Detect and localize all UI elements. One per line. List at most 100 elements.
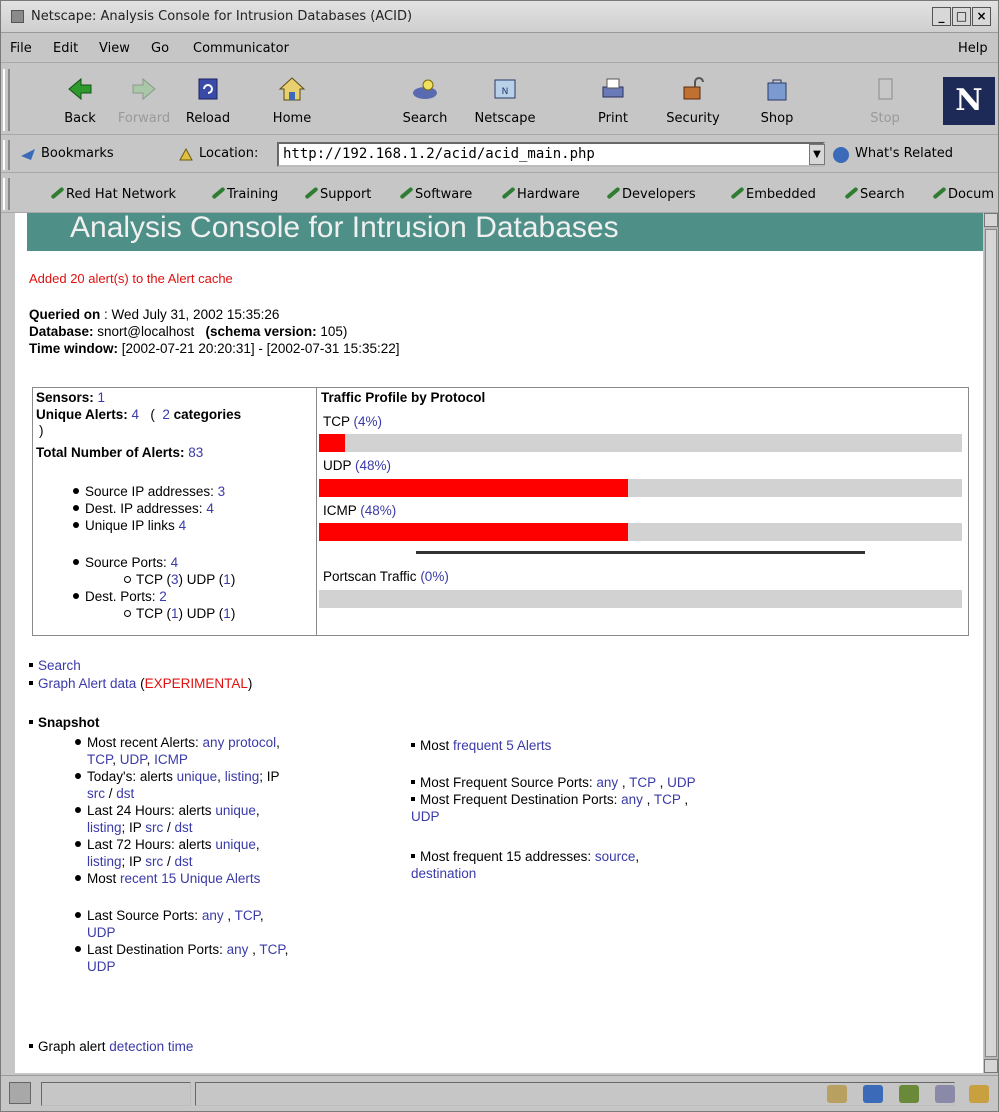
graph-alert-link[interactable]: Graph Alert data xyxy=(38,676,136,691)
menu-edit[interactable]: Edit xyxy=(53,41,78,56)
close-icon[interactable]: × xyxy=(972,7,991,26)
bookmark-embedded[interactable]: Embedded xyxy=(729,186,816,202)
last24-unique-link[interactable]: unique xyxy=(215,803,256,818)
menu-communicator[interactable]: Communicator xyxy=(193,41,289,56)
stop-button[interactable]: Stop xyxy=(853,71,917,131)
last-src-tcp-link[interactable]: TCP xyxy=(235,908,260,923)
security-button[interactable]: Security xyxy=(661,71,725,131)
bookmark-documentation[interactable]: Docum xyxy=(931,186,994,202)
udp-link[interactable]: UDP xyxy=(120,752,147,767)
detection-time-link[interactable]: detection time xyxy=(109,1039,193,1054)
scroll-up-icon[interactable] xyxy=(984,213,998,227)
last24-listing-link[interactable]: listing xyxy=(87,820,122,835)
menu-go[interactable]: Go xyxy=(151,41,169,56)
aim-component-icon[interactable] xyxy=(935,1085,955,1103)
last24-dst-link[interactable]: dst xyxy=(175,820,193,835)
udp-pct-link[interactable]: (48%) xyxy=(355,458,391,473)
whats-related-button[interactable]: What's Related xyxy=(855,146,953,161)
navigator-component-icon[interactable] xyxy=(827,1085,847,1103)
last24-src-link[interactable]: src xyxy=(145,820,163,835)
search-button[interactable]: Search xyxy=(393,71,457,131)
url-input[interactable]: http://192.168.1.2/acid/acid_main.php xyxy=(277,142,825,167)
portscan-pct-link[interactable]: (0%) xyxy=(420,569,449,584)
home-button[interactable]: Home xyxy=(260,71,324,131)
netscape-button[interactable]: N Netscape xyxy=(473,71,537,131)
bookmark-software[interactable]: Software xyxy=(398,186,472,202)
editor-component-icon[interactable] xyxy=(969,1085,989,1103)
bookmark-support[interactable]: Support xyxy=(303,186,371,202)
reload-button[interactable]: Reload xyxy=(176,71,240,131)
dst-udp-link[interactable]: 1 xyxy=(223,606,231,621)
search-link[interactable]: Search xyxy=(38,658,81,673)
recent15-link[interactable]: recent 15 Unique Alerts xyxy=(120,871,260,886)
last72-listing-link[interactable]: listing xyxy=(87,854,122,869)
dst-ip-link[interactable]: 4 xyxy=(206,501,214,516)
composer-component-icon[interactable] xyxy=(899,1085,919,1103)
bookmark-red-hat-network[interactable]: Red Hat Network xyxy=(49,186,176,202)
last-dst-tcp-link[interactable]: TCP xyxy=(259,942,284,957)
last-src-udp-link[interactable]: UDP xyxy=(87,925,116,940)
forward-button[interactable]: Forward xyxy=(112,71,176,131)
bookmark-developers[interactable]: Developers xyxy=(605,186,696,202)
bookmark-hardware[interactable]: Hardware xyxy=(500,186,580,202)
src-tcp-link[interactable]: 3 xyxy=(171,572,179,587)
last72-src-link[interactable]: src xyxy=(145,854,163,869)
freq15-source-link[interactable]: source xyxy=(595,849,636,864)
scrollbar-thumb[interactable] xyxy=(985,229,997,1057)
today-dst-link[interactable]: dst xyxy=(116,786,134,801)
icmp-bar xyxy=(319,523,962,541)
sensors-link[interactable]: 1 xyxy=(98,390,106,405)
freq-dst-any-link[interactable]: any xyxy=(621,792,643,807)
menu-view[interactable]: View xyxy=(99,41,130,56)
netscape-logo[interactable]: N xyxy=(943,77,995,125)
freq-src-udp-link[interactable]: UDP xyxy=(667,775,696,790)
minimize-icon[interactable]: _ xyxy=(932,7,951,26)
bookmark-search[interactable]: Search xyxy=(843,186,905,202)
toolbar-grip[interactable] xyxy=(3,69,10,131)
last72-dst-link[interactable]: dst xyxy=(175,854,193,869)
today-src-link[interactable]: src xyxy=(87,786,105,801)
location-grip[interactable] xyxy=(3,140,10,170)
total-alerts-link[interactable]: 83 xyxy=(188,445,203,460)
menu-help[interactable]: Help xyxy=(958,41,988,56)
vertical-scrollbar[interactable] xyxy=(984,213,998,1073)
tcp-pct-link[interactable]: (4%) xyxy=(354,414,383,429)
tcp-link[interactable]: TCP xyxy=(87,752,112,767)
last72-unique-link[interactable]: unique xyxy=(215,837,256,852)
src-ports-link[interactable]: 4 xyxy=(171,555,179,570)
frequent5-link[interactable]: frequent 5 Alerts xyxy=(453,738,551,753)
last-dst-udp-link[interactable]: UDP xyxy=(87,959,116,974)
scroll-down-icon[interactable] xyxy=(984,1059,998,1073)
ip-links-link[interactable]: 4 xyxy=(179,518,187,533)
src-ip-link[interactable]: 3 xyxy=(218,484,226,499)
shop-button[interactable]: Shop xyxy=(745,71,809,131)
icmp-link[interactable]: ICMP xyxy=(154,752,188,767)
any-protocol-link[interactable]: any protocol xyxy=(203,735,277,750)
personal-grip[interactable] xyxy=(3,178,10,210)
bookmarks-button[interactable]: Bookmarks xyxy=(41,146,114,161)
today-listing-link[interactable]: listing xyxy=(225,769,260,784)
bookmark-training[interactable]: Training xyxy=(210,186,278,202)
window-menu-icon[interactable] xyxy=(11,10,24,23)
src-udp-link[interactable]: 1 xyxy=(223,572,231,587)
freq-dst-udp-link[interactable]: UDP xyxy=(411,809,440,824)
unique-alerts-link[interactable]: 4 xyxy=(132,407,140,422)
maximize-icon[interactable]: □ xyxy=(952,7,971,26)
freq-dst-tcp-link[interactable]: TCP xyxy=(654,792,681,807)
dst-tcp-link[interactable]: 1 xyxy=(171,606,179,621)
menu-file[interactable]: File xyxy=(10,41,32,56)
back-button[interactable]: Back xyxy=(48,71,112,131)
freq-src-tcp-link[interactable]: TCP xyxy=(629,775,656,790)
icmp-pct-link[interactable]: (48%) xyxy=(360,503,396,518)
url-dropdown-icon[interactable]: ▼ xyxy=(809,144,825,165)
print-button[interactable]: Print xyxy=(581,71,645,131)
freq15-destination-link[interactable]: destination xyxy=(411,866,476,881)
mail-component-icon[interactable] xyxy=(863,1085,883,1103)
security-status-icon[interactable] xyxy=(9,1082,31,1104)
dst-ports-link[interactable]: 2 xyxy=(159,589,167,604)
last-dst-any-link[interactable]: any xyxy=(227,942,249,957)
last-src-any-link[interactable]: any xyxy=(202,908,224,923)
today-unique-link[interactable]: unique xyxy=(177,769,218,784)
categories-link[interactable]: 2 xyxy=(162,407,170,422)
freq-src-any-link[interactable]: any xyxy=(596,775,618,790)
